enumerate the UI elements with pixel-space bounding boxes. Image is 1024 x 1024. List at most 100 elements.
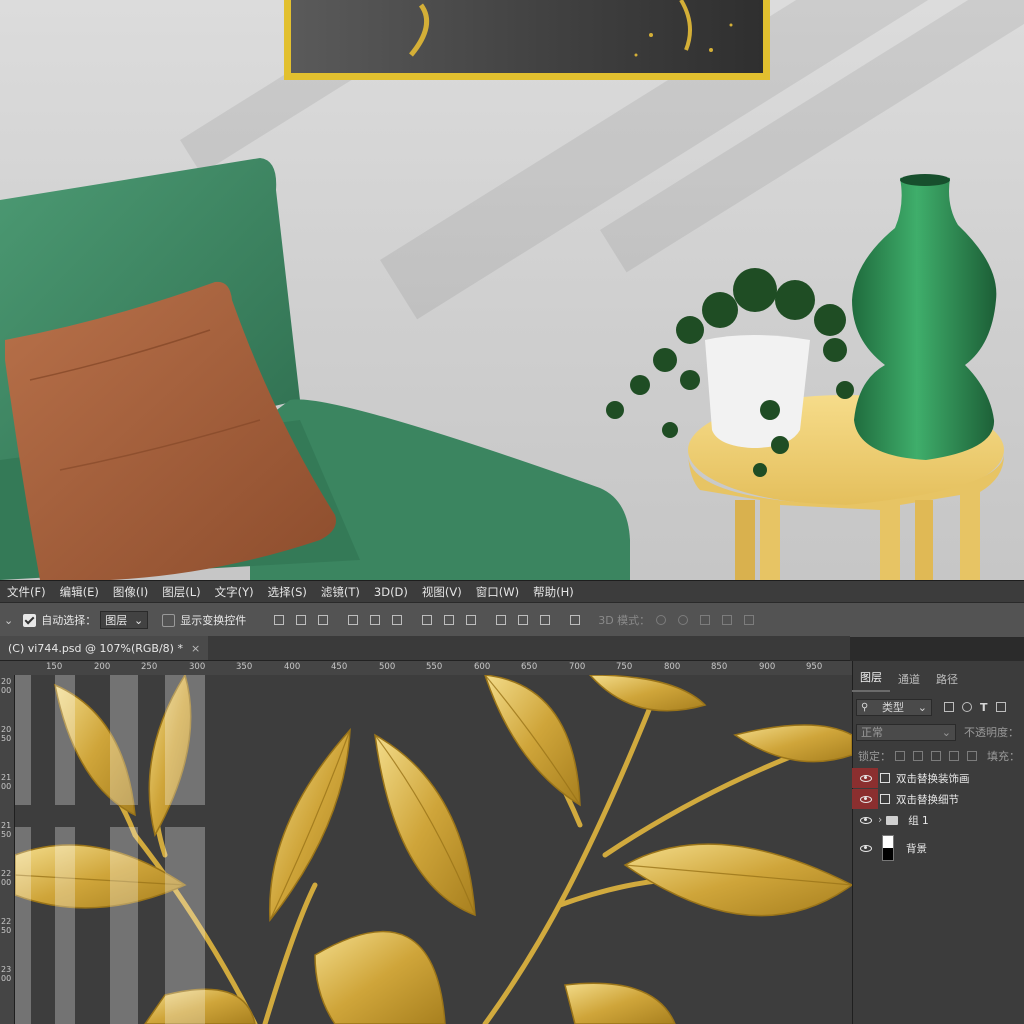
layer-row[interactable]: 双击替换细节 — [852, 789, 1024, 809]
green-vase — [852, 175, 997, 460]
ruler-tick: 950 — [806, 662, 823, 672]
align-right-icon[interactable] — [392, 615, 403, 625]
opacity-label: 不透明度： — [964, 726, 1019, 739]
menu-edit[interactable]: 编辑(E) — [53, 584, 106, 600]
lock-artboard-icon[interactable] — [949, 751, 959, 761]
document-canvas[interactable] — [15, 675, 852, 1024]
menu-image[interactable]: 图像(I) — [106, 584, 155, 600]
lock-transparent-icon[interactable] — [895, 751, 905, 761]
filter-shape-icon[interactable] — [995, 702, 1006, 712]
3d-pan-icon[interactable] — [700, 615, 711, 625]
ruler-tick: 650 — [521, 662, 538, 672]
distribute-top-icon[interactable] — [422, 615, 433, 625]
filter-adjustment-icon[interactable] — [962, 702, 972, 712]
filter-text-icon[interactable]: T — [980, 701, 988, 714]
filter-type-dropdown[interactable]: ⚲ 类型 ⌄ — [856, 698, 932, 716]
close-icon[interactable]: × — [191, 642, 200, 655]
show-transform-checkbox[interactable] — [162, 613, 176, 627]
tab-paths[interactable]: 路径 — [928, 671, 966, 692]
ruler-tick: 2200 — [1, 869, 12, 887]
align-hcenter-icon[interactable] — [370, 615, 381, 625]
layer-name: 双击替换细节 — [896, 793, 959, 806]
blend-mode-value: 正常 — [861, 726, 883, 739]
lock-all-icon[interactable] — [967, 751, 977, 761]
smart-object-icon — [880, 773, 890, 783]
visibility-toggle[interactable] — [852, 810, 878, 830]
layer-thumbnail — [882, 835, 894, 861]
room-furniture-illustration — [0, 158, 1004, 580]
visibility-toggle[interactable] — [852, 768, 878, 788]
distribute-vcenter-icon[interactable] — [444, 615, 455, 625]
menu-file[interactable]: 文件(F) — [0, 584, 53, 600]
lock-fill-row: 锁定： 填充： — [852, 746, 1024, 766]
layer-row[interactable]: 背景 — [852, 834, 1024, 862]
menu-help[interactable]: 帮助(H) — [526, 584, 581, 600]
3d-roll-icon[interactable] — [678, 615, 689, 625]
horizontal-ruler: 150 200 250 300 350 400 450 500 550 600 … — [0, 661, 852, 676]
align-left-icon[interactable] — [348, 615, 359, 625]
ruler-tick: 2300 — [1, 965, 12, 983]
auto-select-label: 自动选择： — [41, 614, 97, 627]
ruler-tick: 600 — [474, 662, 491, 672]
auto-align-icon[interactable] — [570, 615, 581, 625]
tab-layers[interactable]: 图层 — [852, 669, 890, 692]
layer-name: 背景 — [906, 842, 927, 855]
3d-scale-icon[interactable] — [744, 615, 755, 625]
align-bottom-icon[interactable] — [318, 615, 329, 625]
eye-icon — [860, 795, 872, 803]
ruler-tick: 700 — [569, 662, 586, 672]
gold-leaf-artwork — [15, 675, 852, 1024]
ruler-tick: 200 — [94, 662, 111, 672]
fill-label: 填充： — [987, 750, 1020, 763]
menu-3d[interactable]: 3D(D) — [367, 585, 415, 599]
menu-window[interactable]: 窗口(W) — [469, 584, 526, 600]
ruler-tick: 2250 — [1, 917, 12, 935]
vertical-ruler: 2000 2050 2100 2150 2200 2250 2300 — [0, 675, 15, 1024]
lock-position-icon[interactable] — [931, 751, 941, 761]
distribute-hcenter-icon[interactable] — [518, 615, 529, 625]
menu-select[interactable]: 选择(S) — [261, 584, 314, 600]
visibility-toggle[interactable] — [852, 789, 878, 809]
mode-3d-label: 3D 模式： — [598, 614, 651, 627]
filter-type-value: 类型 — [882, 701, 905, 714]
eye-icon — [860, 844, 872, 852]
layer-row[interactable]: › 组 1 — [852, 810, 1024, 830]
chevron-down-icon: ⌄ — [917, 700, 927, 714]
options-bar: ⌄ 自动选择： 图层 ⌄ 显示变换控件 3D 模式： — [0, 602, 1024, 638]
ruler-tick: 2100 — [1, 773, 12, 791]
align-vcenter-icon[interactable] — [296, 615, 307, 625]
auto-select-checkbox[interactable] — [23, 613, 37, 627]
distribute-bottom-icon[interactable] — [466, 615, 477, 625]
ruler-tick: 2000 — [1, 677, 12, 695]
3d-orbit-icon[interactable] — [656, 615, 667, 625]
3d-slide-icon[interactable] — [722, 615, 733, 625]
menu-type[interactable]: 文字(Y) — [208, 584, 261, 600]
search-icon: ⚲ — [861, 701, 869, 713]
filter-pixel-icon[interactable] — [944, 702, 954, 712]
blend-mode-dropdown[interactable]: 正常 ⌄ — [856, 723, 956, 741]
layer-name: 组 1 — [908, 814, 929, 827]
layer-row[interactable]: 双击替换装饰画 — [852, 768, 1024, 788]
align-top-icon[interactable] — [274, 615, 285, 625]
eye-icon — [860, 774, 872, 782]
eye-icon — [860, 816, 872, 824]
tool-preset-chevron-icon[interactable]: ⌄ — [4, 614, 13, 627]
menu-filter[interactable]: 滤镜(T) — [314, 584, 367, 600]
auto-select-target-dropdown[interactable]: 图层 ⌄ — [100, 611, 149, 629]
ruler-tick: 250 — [141, 662, 158, 672]
chevron-right-icon[interactable]: › — [878, 814, 882, 826]
menu-view[interactable]: 视图(V) — [415, 584, 469, 600]
distribute-left-icon[interactable] — [496, 615, 507, 625]
ruler-tick: 450 — [331, 662, 348, 672]
lock-label: 锁定： — [858, 750, 891, 763]
panel-tabs: 图层 通道 路径 — [852, 666, 1024, 692]
ruler-tick: 750 — [616, 662, 633, 672]
ruler-tick: 800 — [664, 662, 681, 672]
distribute-right-icon[interactable] — [540, 615, 551, 625]
tab-channels[interactable]: 通道 — [890, 671, 928, 692]
document-tab[interactable]: (C) vi744.psd @ 107%(RGB/8) * × — [0, 636, 209, 660]
visibility-toggle[interactable] — [852, 834, 878, 862]
menu-layer[interactable]: 图层(L) — [155, 584, 207, 600]
lock-image-icon[interactable] — [913, 751, 923, 761]
folder-icon — [886, 815, 899, 825]
